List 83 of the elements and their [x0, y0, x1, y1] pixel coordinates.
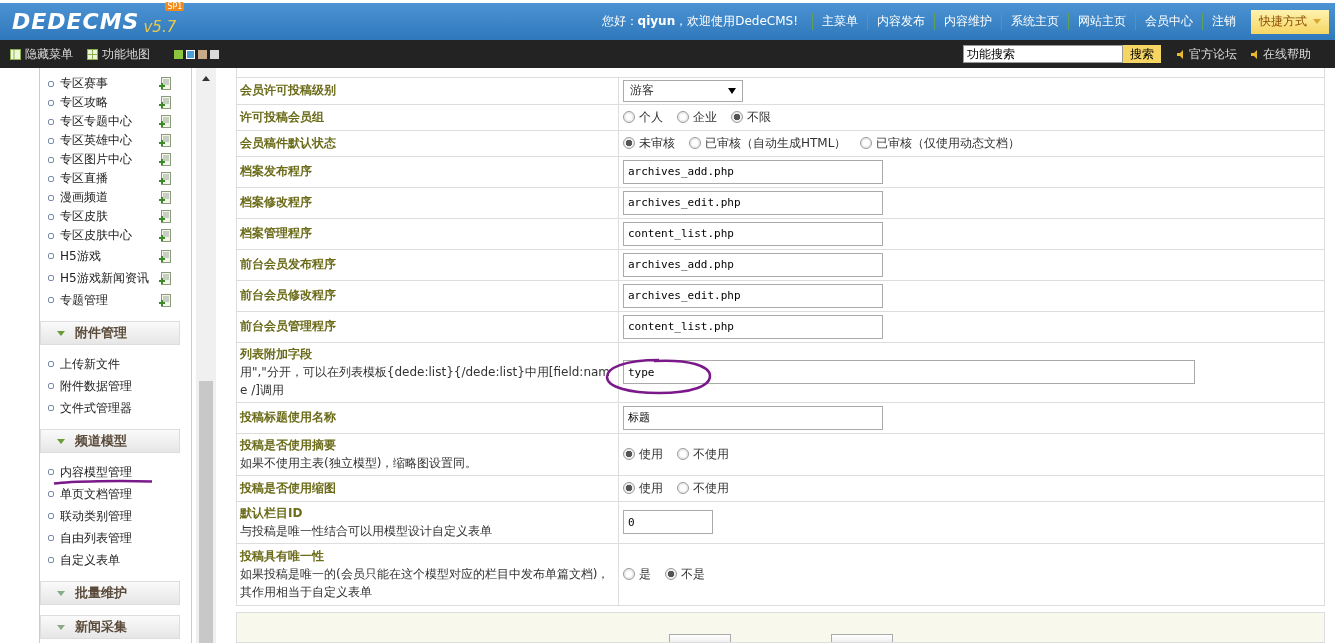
sidebar-item[interactable]: 专区直播: [48, 169, 191, 188]
radio-option[interactable]: 个人: [623, 108, 663, 126]
radio-option[interactable]: 已审核（自动生成HTML）: [689, 134, 847, 152]
sidebar-item[interactable]: 单页文档管理: [48, 483, 191, 505]
sidebar-group-header[interactable]: 频道模型: [40, 429, 180, 453]
text-field[interactable]: 标题: [623, 405, 883, 430]
sidebar-item[interactable]: 专区专题中心: [48, 112, 191, 131]
logo: DEDECMS: [12, 9, 140, 34]
field-label: 投稿是否使用缩图: [240, 479, 337, 497]
nav-link[interactable]: 主菜单: [812, 13, 867, 30]
shortcut-button[interactable]: 快捷方式: [1251, 9, 1329, 34]
field-label: 许可投稿会员组: [240, 108, 325, 126]
text-field[interactable]: archives_edit.php: [623, 283, 883, 308]
field-label: 档案发布程序: [240, 163, 313, 181]
radio-option[interactable]: 不是: [665, 565, 705, 583]
field-label: 前台会员发布程序: [240, 256, 337, 274]
sidebar-group-header[interactable]: 批量维护: [40, 581, 180, 605]
search-button[interactable]: 搜索: [1123, 45, 1161, 63]
field-label: 档案管理程序: [240, 225, 313, 243]
radio-option[interactable]: 已审核（仅使用动态文档）: [860, 134, 1021, 152]
sidebar-item[interactable]: 专区赛事: [48, 74, 191, 93]
sidebar-group-header[interactable]: 附件管理: [40, 321, 180, 345]
text-field[interactable]: archives_edit.php: [623, 190, 883, 215]
text-field[interactable]: archives_add.php: [623, 252, 883, 277]
field-label: 会员许可投稿级别: [240, 82, 337, 100]
field-hint: 与投稿是唯一性结合可以用模型设计自定义表单: [240, 522, 493, 540]
toolbar-link[interactable]: 功能地图: [87, 45, 150, 63]
field-label: 前台会员修改程序: [240, 287, 337, 305]
radio-option[interactable]: 未审核: [623, 134, 675, 152]
radio-option[interactable]: 使用: [623, 479, 663, 497]
sidebar-item[interactable]: 专题管理: [48, 289, 191, 311]
radio-option[interactable]: 是: [623, 565, 651, 583]
field-label: 默认栏目ID: [240, 504, 304, 522]
field-label: 列表附加字段: [240, 345, 313, 363]
text-field[interactable]: archives_add.php: [623, 159, 883, 184]
sidebar-item[interactable]: 专区英雄中心: [48, 131, 191, 150]
sidebar-group-header[interactable]: 新闻采集: [40, 615, 180, 639]
sidebar-item[interactable]: 联动类别管理: [48, 505, 191, 527]
sidebar-item[interactable]: 自由列表管理: [48, 527, 191, 549]
sidebar-item[interactable]: 文件式管理器: [48, 397, 191, 419]
text-field[interactable]: content_list.php: [623, 314, 883, 339]
radio-option[interactable]: 不使用: [677, 445, 729, 463]
sidebar-item[interactable]: 内容模型管理: [48, 461, 191, 483]
radio-option[interactable]: 不限: [731, 108, 771, 126]
radio-option[interactable]: 使用: [623, 445, 663, 463]
field-hint: 如果投稿是唯一的(会员只能在这个模型对应的栏目中发布单篇文档)，其作用相当于自定义表单: [240, 565, 611, 601]
nav-link[interactable]: 会员中心: [1135, 13, 1202, 30]
field-label: 前台会员管理程序: [240, 318, 337, 336]
sidebar-item[interactable]: 漫画频道: [48, 188, 191, 207]
sidebar-item[interactable]: 专区攻略: [48, 93, 191, 112]
nav-link[interactable]: 系统主页: [1001, 13, 1068, 30]
version-label: v5.7: [143, 17, 177, 36]
sidebar-item[interactable]: 自定义表单: [48, 549, 191, 571]
field-label: 档案修改程序: [240, 194, 313, 212]
toolbar-link[interactable]: 官方论坛: [1177, 45, 1237, 63]
toolbar-link[interactable]: 在线帮助: [1251, 45, 1311, 63]
nav-link[interactable]: 内容发布: [867, 13, 934, 30]
text-field[interactable]: 0: [623, 510, 713, 535]
field-hint: 用","分开，可以在列表模板{dede:list}{/dede:list}中用[field:name /]调用: [240, 363, 612, 399]
sidebar-item[interactable]: 附件数据管理: [48, 375, 191, 397]
radio-option[interactable]: 不使用: [677, 479, 729, 497]
radio-option[interactable]: 企业: [677, 108, 717, 126]
version-badge: SP1: [165, 1, 185, 11]
sidebar-item[interactable]: 专区皮肤中心: [48, 226, 191, 245]
sidebar-item[interactable]: 专区皮肤: [48, 207, 191, 226]
nav-link[interactable]: 网站主页: [1068, 13, 1135, 30]
text-field[interactable]: type: [623, 360, 1195, 385]
text-field[interactable]: content_list.php: [623, 221, 883, 246]
select-field[interactable]: 游客: [623, 79, 743, 102]
field-label: 投稿标题使用名称: [240, 409, 337, 427]
nav-link[interactable]: 注销: [1202, 13, 1245, 30]
sidebar-item[interactable]: 上传新文件: [48, 353, 191, 375]
nav-link[interactable]: 内容维护: [934, 13, 1001, 30]
field-hint: 如果不使用主表(独立模型)，缩略图设置同。: [240, 454, 479, 472]
field-label: 投稿是否使用摘要: [240, 436, 337, 454]
sidebar-item[interactable]: H5游戏: [48, 245, 191, 267]
field-label: 会员稿件默认状态: [240, 134, 337, 152]
toolbar-link[interactable]: 隐藏菜单: [10, 45, 73, 63]
search-field[interactable]: 功能搜索: [963, 45, 1123, 63]
sidebar-item[interactable]: H5游戏新闻资讯: [48, 267, 191, 289]
field-label: 投稿具有唯一性: [240, 547, 325, 565]
greeting-text: 您好：qiyun，欢迎使用DedeCMS!: [601, 13, 798, 30]
sidebar-item[interactable]: 专区图片中心: [48, 150, 191, 169]
